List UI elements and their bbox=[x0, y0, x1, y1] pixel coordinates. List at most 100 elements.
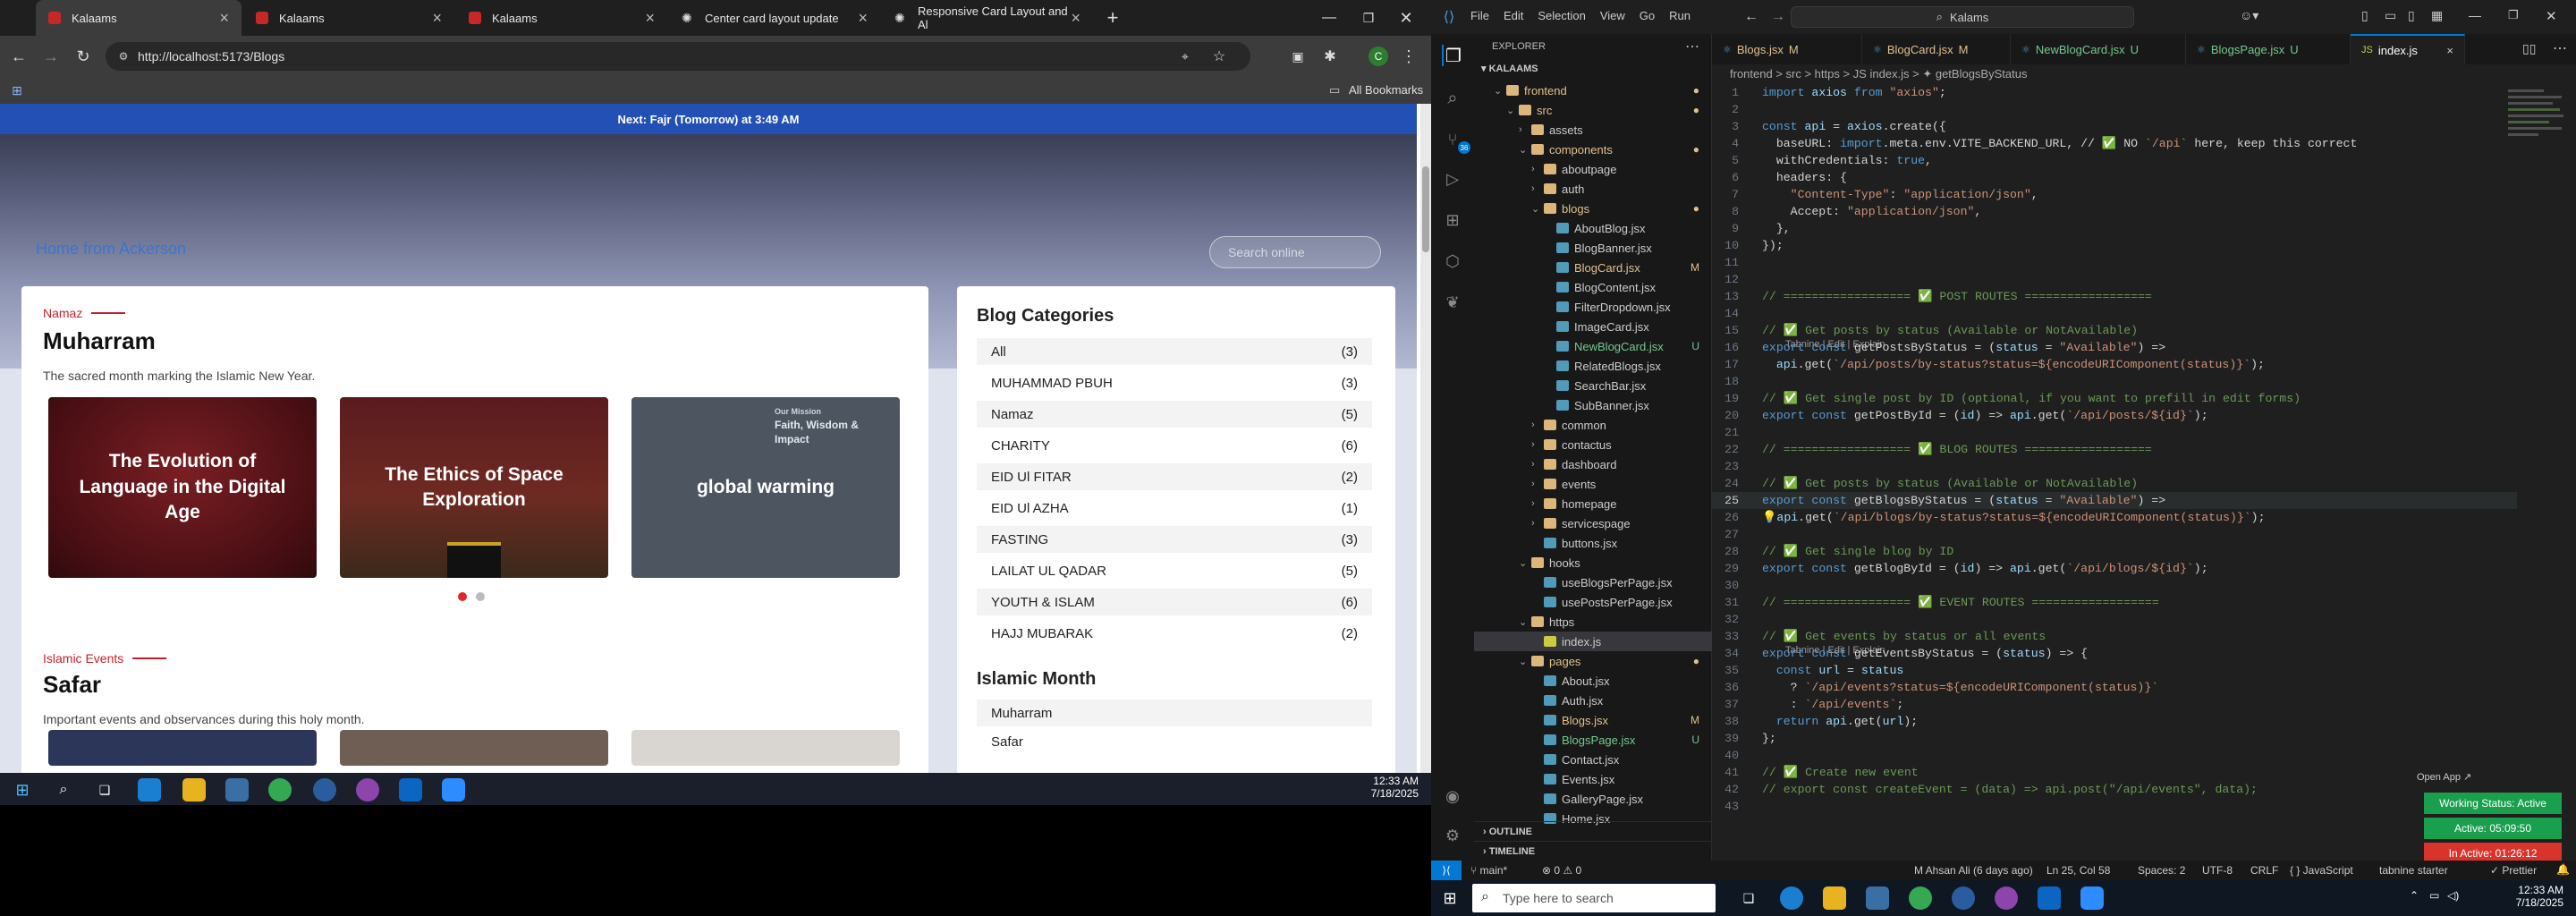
menu-item-run[interactable]: Run bbox=[1669, 9, 1690, 22]
code-line[interactable]: 5 withCredentials: true, bbox=[1712, 152, 2517, 169]
extension-icon[interactable]: ▣ bbox=[1288, 47, 1308, 66]
file-item[interactable]: Events.jsx bbox=[1474, 769, 1712, 789]
code-line[interactable]: 13 // ================== ✅ POST ROUTES ==… bbox=[1712, 288, 2517, 305]
folder-item[interactable]: › homepage bbox=[1474, 494, 1712, 513]
code-line[interactable]: 6 headers: { bbox=[1712, 169, 2517, 186]
code-line[interactable]: 22 // ================== ✅ BLOG ROUTES ==… bbox=[1712, 441, 2517, 458]
category-item[interactable]: FASTING (3) bbox=[977, 526, 1372, 553]
code-line[interactable]: 26 💡api.get(`/api/blogs/by-status?status=… bbox=[1712, 509, 2517, 526]
close-tab-icon[interactable]: × bbox=[1071, 9, 1080, 28]
customize-layout-icon[interactable]: ▦ bbox=[2431, 8, 2443, 23]
code-line[interactable]: 33 // ✅ Get events by status or all event… bbox=[1712, 628, 2517, 645]
file-item[interactable]: FilterDropdown.jsx bbox=[1474, 297, 1712, 317]
category-item[interactable]: LAILAT UL QADAR (5) bbox=[977, 557, 1372, 584]
back-icon[interactable]: ← bbox=[9, 47, 29, 66]
code-line[interactable]: 11 bbox=[1712, 254, 2517, 271]
folder-item[interactable]: ⌄ frontend ● bbox=[1474, 81, 1712, 100]
manage-gear-icon[interactable]: ⚙ bbox=[1442, 825, 1463, 846]
file-item[interactable]: SearchBar.jsx bbox=[1474, 376, 1712, 395]
task-view-icon[interactable]: ❏ bbox=[95, 780, 114, 800]
code-line[interactable]: 7 "Content-Type": "application/json", bbox=[1712, 186, 2517, 203]
menu-item-edit[interactable]: Edit bbox=[1504, 9, 1523, 22]
blog-card[interactable] bbox=[340, 730, 608, 766]
site-info-icon[interactable]: ⚙ bbox=[116, 49, 131, 64]
code-line[interactable]: 34 export const getEventsByStatus = (stat… bbox=[1712, 645, 2517, 662]
file-item[interactable]: Auth.jsx bbox=[1474, 691, 1712, 710]
github-icon[interactable] bbox=[356, 778, 379, 802]
code-line[interactable]: 42 // export const createEvent = (data) =… bbox=[1712, 781, 2517, 798]
file-item[interactable]: buttons.jsx bbox=[1474, 533, 1712, 553]
nav-back-icon[interactable]: ← bbox=[1744, 9, 1758, 25]
code-line[interactable]: 18 bbox=[1712, 373, 2517, 390]
code-line[interactable]: 30 bbox=[1712, 577, 2517, 594]
branch-indicator[interactable]: ⑂ main* bbox=[1470, 864, 1507, 877]
extensions-icon[interactable]: ⊞ bbox=[1442, 209, 1463, 231]
category-item[interactable]: YOUTH & ISLAM (6) bbox=[977, 589, 1372, 615]
search-icon[interactable]: ⌕ bbox=[1442, 88, 1463, 109]
menu-item-go[interactable]: Go bbox=[1640, 9, 1655, 22]
code-line[interactable]: 38 return api.get(url); bbox=[1712, 713, 2517, 730]
category-item[interactable]: EID Ul FITAR (2) bbox=[977, 463, 1372, 490]
indentation[interactable]: Spaces: 2 bbox=[2138, 864, 2185, 877]
file-item[interactable]: AboutBlog.jsx bbox=[1474, 218, 1712, 238]
vscode-icon[interactable] bbox=[2038, 886, 2061, 910]
minimize-icon[interactable]: — bbox=[1318, 7, 1340, 29]
close-window-icon[interactable]: ✕ bbox=[1395, 7, 1417, 29]
category-item[interactable]: MUHAMMAD PBUH (3) bbox=[977, 369, 1372, 396]
page-scrollbar[interactable] bbox=[1420, 104, 1431, 773]
github-icon[interactable] bbox=[1995, 886, 2018, 910]
file-item[interactable]: GalleryPage.jsx bbox=[1474, 789, 1712, 809]
reload-icon[interactable]: ↻ bbox=[73, 47, 93, 66]
file-item[interactable]: BlogsPage.jsx U bbox=[1474, 730, 1712, 750]
location-icon[interactable]: ⌖ bbox=[1177, 48, 1193, 64]
windows-start-icon[interactable]: ⊞ bbox=[1440, 888, 1460, 908]
code-line[interactable]: 20 export const getPostById = (id) => api… bbox=[1712, 407, 2517, 424]
edge-icon[interactable] bbox=[1780, 886, 1803, 910]
code-line[interactable]: 31 // ================== ✅ EVENT ROUTES =… bbox=[1712, 594, 2517, 611]
code-line[interactable]: 10}); bbox=[1712, 237, 2517, 254]
timeline-section[interactable]: › TIMELINE bbox=[1474, 841, 1712, 861]
clock[interactable]: 12:33 AM 7/18/2025 bbox=[2478, 884, 2563, 909]
scrollbar-thumb[interactable] bbox=[1422, 166, 1429, 252]
code-line[interactable]: 14 bbox=[1712, 305, 2517, 322]
browser-tab[interactable]: Kalaams × bbox=[456, 0, 667, 36]
prettier-status[interactable]: ✓ Prettier bbox=[2490, 864, 2537, 877]
volume-icon[interactable]: ◁) bbox=[2447, 889, 2459, 902]
close-tab-icon[interactable]: × bbox=[645, 9, 655, 28]
toggle-panel-icon[interactable]: ▭ bbox=[2385, 8, 2396, 23]
code-line[interactable]: 19 // ✅ Get single post by ID (optional, … bbox=[1712, 390, 2517, 407]
category-item[interactable]: EID Ul AZHA (1) bbox=[977, 495, 1372, 522]
code-line[interactable]: 8 Accept: "application/json", bbox=[1712, 203, 2517, 220]
code-line[interactable]: 25 export const getBlogsByStatus = (statu… bbox=[1712, 492, 2517, 509]
category-item[interactable]: Namaz (5) bbox=[977, 401, 1372, 428]
code-line[interactable]: 3 const api = axios.create({ bbox=[1712, 118, 2517, 135]
open-app-link[interactable]: Open App ↗ bbox=[2417, 771, 2471, 783]
command-center-search[interactable]: ⌕ Kalams bbox=[1791, 6, 2134, 28]
code-editor[interactable]: 1 import axios from "axios"; 2 3 const api =… bbox=[1712, 84, 2517, 878]
store-icon[interactable] bbox=[225, 778, 249, 802]
code-line[interactable]: 39}; bbox=[1712, 730, 2517, 747]
blog-card[interactable]: The Evolution of Language in the Digital… bbox=[48, 397, 317, 578]
remote-indicator-icon[interactable]: ⟩⟨ bbox=[1431, 861, 1462, 880]
file-item[interactable]: NewBlogCard.jsx U bbox=[1474, 336, 1712, 356]
editor-tab[interactable]: ⚛ Blogs.jsx M bbox=[1712, 34, 1862, 64]
file-item[interactable]: Contact.jsx bbox=[1474, 750, 1712, 769]
menu-item-file[interactable]: File bbox=[1470, 9, 1489, 22]
code-line[interactable]: 21 bbox=[1712, 424, 2517, 441]
breadcrumb[interactable]: frontend > src > https > JS index.js > ✦… bbox=[1712, 64, 2576, 84]
cursor-position[interactable]: Ln 25, Col 58 bbox=[2046, 864, 2110, 877]
editor-tab[interactable]: JS index.js × bbox=[2351, 34, 2465, 64]
hero-title[interactable]: Home from Ackerson bbox=[36, 240, 186, 259]
file-item[interactable]: usePostsPerPage.jsx bbox=[1474, 592, 1712, 612]
blog-card[interactable] bbox=[631, 730, 900, 766]
file-item[interactable]: SubBanner.jsx bbox=[1474, 395, 1712, 415]
menu-item-view[interactable]: View bbox=[1600, 9, 1625, 22]
more-menu-icon[interactable]: ⋮ bbox=[1401, 47, 1417, 66]
month-item[interactable]: Muharram bbox=[977, 700, 1372, 726]
carousel-dot[interactable] bbox=[476, 592, 485, 601]
maximize-icon[interactable]: ❐ bbox=[2508, 8, 2519, 22]
editor-tab[interactable]: ⚛ NewBlogCard.jsx U bbox=[2011, 34, 2186, 64]
editor-more-icon[interactable]: ⋯ bbox=[2553, 39, 2567, 57]
app-icon[interactable] bbox=[1952, 886, 1975, 910]
folder-item[interactable]: › auth bbox=[1474, 179, 1712, 199]
